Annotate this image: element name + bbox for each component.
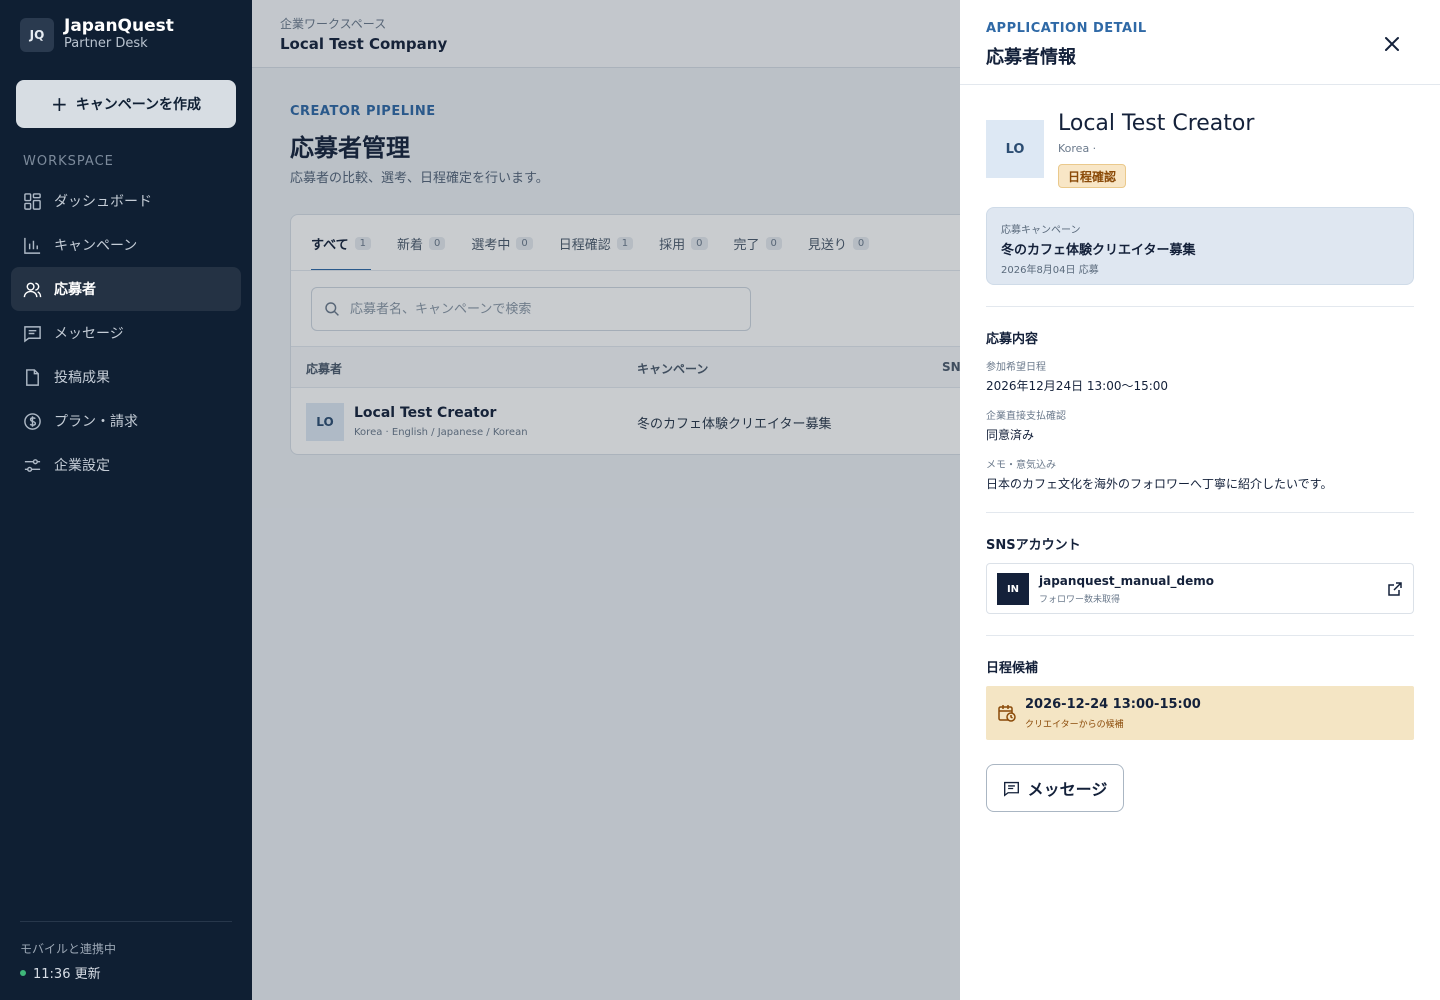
schedule-time: 2026-12-24 13:00-15:00 <box>1025 697 1201 712</box>
message-button-label: メッセージ <box>1027 780 1108 799</box>
divider <box>20 921 232 922</box>
sidebar-item-campaigns[interactable]: キャンペーン <box>11 223 241 267</box>
sync-time-text: 11:36 更新 <box>33 967 101 982</box>
users-icon <box>23 282 42 297</box>
create-campaign-label: キャンペーンを作成 <box>75 97 202 113</box>
sidebar-item-settings[interactable]: 企業設定 <box>11 443 241 487</box>
campaign-box: 応募キャンペーン 冬のカフェ体験クリエイター募集 2026年8月04日 応募 <box>986 207 1414 285</box>
sliders-icon <box>24 458 41 472</box>
drawer-title: 応募者情報 <box>986 47 1076 68</box>
chart-icon <box>24 237 41 254</box>
applicant-country: Korea · <box>1058 142 1097 155</box>
sidebar-item-label: 応募者 <box>54 282 96 298</box>
sidebar-item-label: プラン・請求 <box>54 414 138 430</box>
sync-status-label: モバイルと連携中 <box>20 942 117 956</box>
plus-icon: + <box>50 92 68 116</box>
workspace-label: WORKSPACE <box>23 154 114 169</box>
divider <box>986 306 1414 307</box>
create-campaign-button[interactable]: + キャンペーンを作成 <box>16 80 236 128</box>
sidebar-item-label: キャンペーン <box>54 238 138 254</box>
field-value: 日本のカフェ文化を海外のフォロワーへ丁寧に紹介したいです。 <box>986 477 1333 491</box>
status-dot-icon <box>20 969 26 976</box>
status-badge: 日程確認 <box>1058 164 1127 188</box>
dashboard-icon <box>24 192 41 210</box>
field-label: メモ・意気込み <box>986 460 1056 471</box>
field-label: 参加希望日程 <box>986 362 1046 373</box>
close-button[interactable] <box>1380 32 1404 56</box>
sidebar-item-label: ダッシュボード <box>54 194 152 210</box>
application-detail-drawer: APPLICATION DETAIL 応募者情報 LO Local Test C… <box>960 0 1440 1000</box>
sidebar-item-label: 投稿成果 <box>54 370 110 386</box>
sidebar-nav: ダッシュボード キャンペーン 応募者 メッセージ 投稿成果 プラン・請求 企業設… <box>11 179 241 487</box>
field-value: 同意済み <box>986 428 1035 442</box>
sns-account-card[interactable]: IN japanquest_manual_demo フォロワー数未取得 <box>986 563 1414 614</box>
schedule-source: クリエイターからの候補 <box>1025 720 1124 730</box>
avatar: LO <box>986 120 1044 178</box>
instagram-icon: IN <box>997 573 1029 605</box>
message-icon <box>1003 781 1019 797</box>
sidebar-item-label: 企業設定 <box>54 458 110 474</box>
sidebar-item-billing[interactable]: プラン・請求 <box>11 399 241 443</box>
close-icon <box>1385 37 1399 51</box>
sidebar-item-dashboard[interactable]: ダッシュボード <box>11 179 241 223</box>
section-title-application: 応募内容 <box>986 332 1039 347</box>
section-title-schedule: 日程候補 <box>986 661 1039 676</box>
divider <box>960 84 1440 85</box>
campaign-title: 冬のカフェ体験クリエイター募集 <box>1001 243 1196 258</box>
brand-name: JapanQuest <box>64 16 174 36</box>
calendar-clock-icon <box>998 705 1016 722</box>
brand-subtitle: Partner Desk <box>64 36 148 51</box>
file-icon <box>26 368 39 386</box>
message-button[interactable]: メッセージ <box>986 764 1124 812</box>
sidebar-item-messages[interactable]: メッセージ <box>11 311 241 355</box>
sns-handle: japanquest_manual_demo <box>1039 574 1214 588</box>
message-icon <box>24 325 41 343</box>
field-label: 企業直接支払確認 <box>986 411 1066 422</box>
applicant-name: Local Test Creator <box>1058 111 1255 136</box>
divider <box>986 635 1414 636</box>
dollar-icon <box>24 412 41 430</box>
brand-logo: JQ <box>20 18 54 52</box>
campaign-date: 2026年8月04日 応募 <box>1001 265 1099 276</box>
sidebar-item-posts[interactable]: 投稿成果 <box>11 355 241 399</box>
brand[interactable]: JQ JapanQuest Partner Desk <box>20 17 174 53</box>
sidebar-item-label: メッセージ <box>54 326 124 342</box>
sync-time: 11:36 更新 <box>20 963 101 982</box>
section-title-sns: SNSアカウント <box>986 538 1081 553</box>
sidebar: JQ JapanQuest Partner Desk + キャンペーンを作成 W… <box>0 0 252 1000</box>
sidebar-item-applicants[interactable]: 応募者 <box>11 267 241 311</box>
external-link-icon[interactable] <box>1387 581 1403 597</box>
divider <box>986 512 1414 513</box>
sns-followers: フォロワー数未取得 <box>1039 595 1121 605</box>
campaign-label: 応募キャンペーン <box>1001 225 1081 236</box>
schedule-candidate[interactable]: 2026-12-24 13:00-15:00 クリエイターからの候補 <box>986 686 1414 740</box>
drawer-kicker: APPLICATION DETAIL <box>986 21 1147 36</box>
field-value: 2026年12月24日 13:00〜15:00 <box>986 379 1169 393</box>
